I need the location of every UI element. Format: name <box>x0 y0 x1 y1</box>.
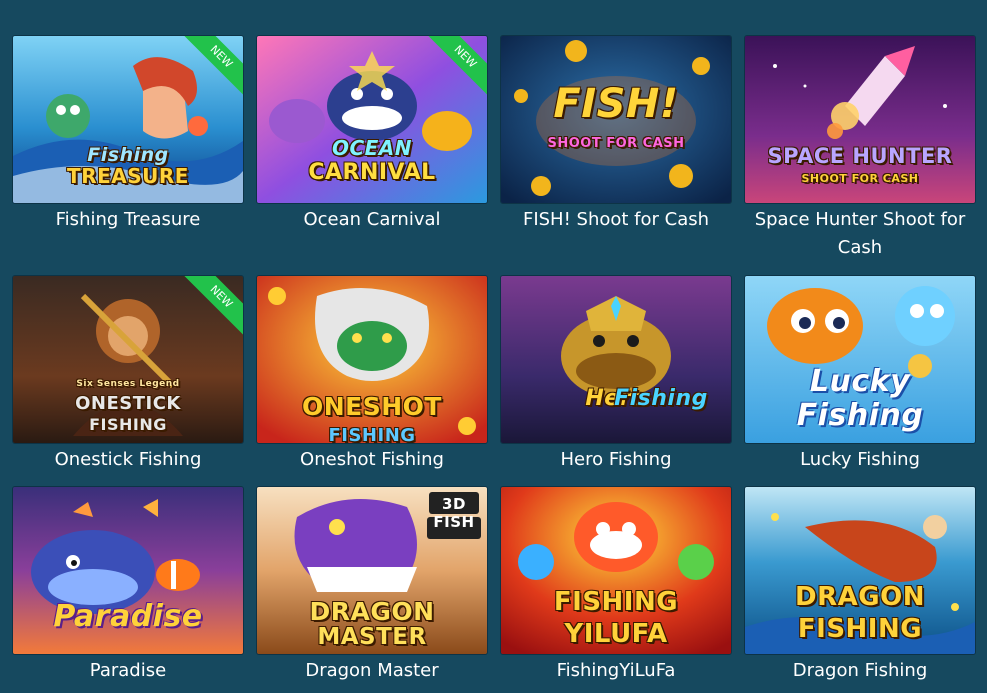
art-title-line1: FISHING <box>553 587 679 617</box>
3d-fish-badge: 3D FISH <box>433 495 475 531</box>
game-thumbnail[interactable]: Lucky Fishing <box>744 275 976 444</box>
game-thumbnail[interactable]: FISHING YILUFA <box>500 486 732 655</box>
art-title-line2: MASTER <box>317 624 427 650</box>
art-title-line1: FISH! <box>553 81 679 127</box>
art-title-line1: ONESHOT <box>302 392 442 421</box>
game-title[interactable]: Fishing Treasure <box>12 206 244 234</box>
art-title-line1: Lucky <box>809 364 911 399</box>
game-card-oneshot-fishing[interactable]: ONESHOT FISHING Oneshot Fishing <box>256 275 488 474</box>
game-thumbnail[interactable]: Fishing TREASURE NEW <box>12 35 244 204</box>
game-card-dragon-fishing[interactable]: DRAGON FISHING Dragon Fishing <box>744 486 976 685</box>
game-title[interactable]: Onestick Fishing <box>12 446 244 474</box>
game-card-paradise[interactable]: Paradise Paradise <box>12 486 244 685</box>
game-thumbnail[interactable]: FISH! SHOOT FOR CASH <box>500 35 732 204</box>
game-card-ocean-carnival[interactable]: OCEAN CARNIVAL NEW Ocean Carnival <box>256 35 488 234</box>
game-grid: Fishing TREASURE NEW Fishing Treasure OC… <box>0 0 987 693</box>
game-thumbnail[interactable]: Hero Fishing <box>500 275 732 444</box>
art-title-line2: Fishing <box>614 386 708 411</box>
art-title-line1: Paradise <box>53 599 203 634</box>
game-thumbnail[interactable]: ONESHOT FISHING <box>256 275 488 444</box>
art-title-line2: FISHING <box>328 425 416 444</box>
art-title-line2: FISHING <box>797 614 923 644</box>
game-thumbnail[interactable]: 3D FISH DRAGON MASTER <box>256 486 488 655</box>
game-thumbnail[interactable]: SPACE HUNTER SHOOT FOR CASH <box>744 35 976 204</box>
art-title-line1: Fishing <box>87 144 169 166</box>
art-title-line2: FISHING <box>89 415 167 434</box>
game-title[interactable]: FISH! Shoot for Cash <box>500 206 732 234</box>
game-thumbnail[interactable]: DRAGON FISHING <box>744 486 976 655</box>
art-title-line1: DRAGON <box>309 597 435 626</box>
art-title-line2: CARNIVAL <box>308 160 436 185</box>
game-thumbnail[interactable]: OCEAN CARNIVAL NEW <box>256 35 488 204</box>
game-card-space-hunter[interactable]: SPACE HUNTER SHOOT FOR CASH Space Hunter… <box>744 35 976 262</box>
art-title-line1: ONESTICK <box>75 393 181 414</box>
art-title-line2: Fishing <box>796 398 924 433</box>
game-title[interactable]: Dragon Fishing <box>744 657 976 685</box>
game-title[interactable]: Hero Fishing <box>500 446 732 474</box>
game-title[interactable]: Lucky Fishing <box>744 446 976 474</box>
game-card-dragon-master[interactable]: 3D FISH DRAGON MASTER Dragon Master <box>256 486 488 685</box>
game-card-fishing-yilufa[interactable]: FISHING YILUFA FishingYiLuFa <box>500 486 732 685</box>
game-title[interactable]: Dragon Master <box>256 657 488 685</box>
art-title-line1: DRAGON <box>795 582 925 612</box>
art-title-line1: SPACE HUNTER <box>767 144 953 168</box>
art-title-line2: YILUFA <box>564 619 668 649</box>
game-thumbnail[interactable]: Six Senses Legend ONESTICK FISHING NEW <box>12 275 244 444</box>
art-title-line0: Six Senses Legend <box>76 379 180 389</box>
game-card-hero-fishing[interactable]: Hero Fishing Hero Fishing <box>500 275 732 474</box>
game-card-onestick-fishing[interactable]: Six Senses Legend ONESTICK FISHING NEW O… <box>12 275 244 474</box>
hero-fishing-art <box>501 276 731 443</box>
art-title-line2: TREASURE <box>67 164 189 188</box>
game-card-fishing-treasure[interactable]: Fishing TREASURE NEW Fishing Treasure <box>12 35 244 234</box>
art-title-line2: SHOOT FOR CASH <box>801 172 919 185</box>
game-card-fish-shoot-for-cash[interactable]: FISH! SHOOT FOR CASH FISH! Shoot for Cas… <box>500 35 732 234</box>
game-title[interactable]: Space Hunter Shoot for Cash <box>744 206 976 262</box>
game-title[interactable]: FishingYiLuFa <box>500 657 732 685</box>
game-title[interactable]: Ocean Carnival <box>256 206 488 234</box>
game-thumbnail[interactable]: Paradise <box>12 486 244 655</box>
art-title-line1: OCEAN <box>331 136 413 160</box>
game-title[interactable]: Oneshot Fishing <box>256 446 488 474</box>
art-title-line2: SHOOT FOR CASH <box>547 136 685 151</box>
game-card-lucky-fishing[interactable]: Lucky Fishing Lucky Fishing <box>744 275 976 474</box>
game-title[interactable]: Paradise <box>12 657 244 685</box>
